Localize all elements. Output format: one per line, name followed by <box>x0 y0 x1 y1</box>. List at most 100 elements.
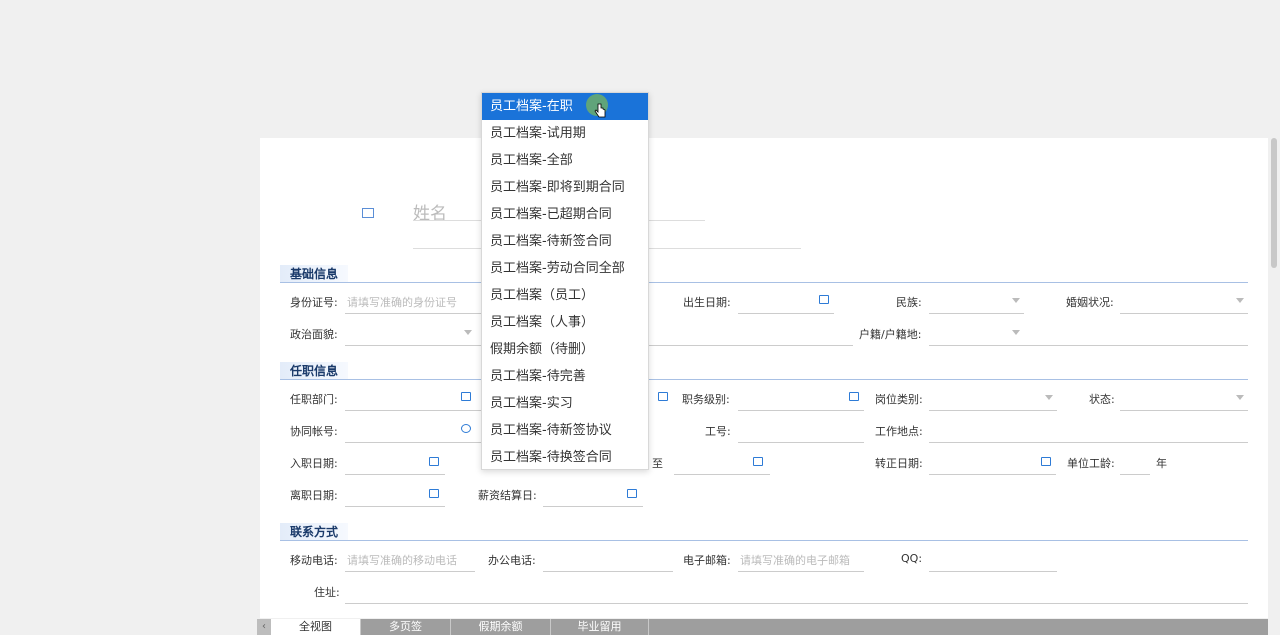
add-form-button[interactable]: + <box>199 67 219 87</box>
email-input[interactable]: 请填写准确的电子邮箱 <box>740 552 850 568</box>
account-field[interactable] <box>345 442 481 443</box>
birth-field[interactable] <box>738 313 834 314</box>
scroll-thumb[interactable] <box>1271 138 1277 268</box>
seniority-label: 单位工龄: <box>1067 457 1115 470</box>
device-toggle: 🖵 电脑 ▯ 移动 <box>641 102 893 129</box>
job-level-field[interactable] <box>738 410 864 411</box>
search-icon[interactable] <box>162 70 178 86</box>
marital-field[interactable] <box>1120 313 1248 314</box>
photo-icon[interactable] <box>362 208 374 218</box>
office-phone-field[interactable] <box>543 571 673 572</box>
chevron-down-icon <box>1243 108 1255 120</box>
picker-icon[interactable] <box>658 392 668 401</box>
dropdown-item[interactable]: 员工档案-全部 <box>482 147 648 174</box>
regular-date-label: 转正日期: <box>875 457 923 470</box>
bottom-tab-multipage[interactable]: 多页签 <box>361 619 451 635</box>
status-label: 状态: <box>1089 393 1115 406</box>
salary-date-field[interactable] <box>543 506 643 507</box>
calendar-icon[interactable] <box>819 295 829 304</box>
dropdown-arrow-icon[interactable] <box>1236 298 1244 303</box>
dropdown-item[interactable]: 员工档案-待新签协议 <box>482 417 648 444</box>
emp-no-field[interactable] <box>738 442 864 443</box>
calendar-icon[interactable] <box>627 489 637 498</box>
nav-basic-data[interactable]: 基础数据表 <box>442 0 546 53</box>
tab-view[interactable]: 视图 <box>265 53 355 92</box>
contract-end-field[interactable] <box>674 474 770 475</box>
dropdown-item[interactable]: 员工档案-劳动合同全部 <box>482 255 648 282</box>
dropdown-item[interactable]: 员工档案-在职 <box>482 93 648 120</box>
tree-root[interactable]: HR人事档案基础数据 <box>18 107 178 126</box>
dept-picker-icon[interactable] <box>461 392 471 401</box>
nav-permission[interactable]: 权限设置 <box>636 0 726 53</box>
leave-date-field[interactable] <box>345 506 445 507</box>
scroll-left-icon[interactable]: ‹ <box>257 619 271 635</box>
bottom-tabs: ‹ 全视图 多页签 假期余额 毕业留用 <box>257 619 1268 635</box>
section-job-title: 任职信息 <box>280 362 349 380</box>
dropdown-item[interactable]: 员工档案（员工） <box>482 282 648 309</box>
address-field[interactable] <box>345 603 1248 604</box>
view-selector[interactable]: 员工档案-在职 <box>490 53 620 92</box>
emp-no-label: 工号: <box>705 425 731 438</box>
collapse-sidebar-button[interactable]: « <box>231 66 245 84</box>
dropdown-arrow-icon[interactable] <box>1012 330 1020 335</box>
section-contact-title: 联系方式 <box>280 523 349 541</box>
status-field[interactable] <box>1120 410 1248 411</box>
language-select[interactable]: 简体中文 <box>1116 101 1260 129</box>
calendar-icon[interactable] <box>753 457 763 466</box>
post-type-field[interactable] <box>929 410 1057 411</box>
dropdown-arrow-icon[interactable] <box>1012 298 1020 303</box>
gear-icon[interactable] <box>206 137 220 151</box>
email-underline <box>738 571 864 572</box>
dropdown-item[interactable]: 员工档案-待换签合同 <box>482 444 648 471</box>
id-card-input[interactable]: 请填写准确的身份证号 <box>347 294 457 310</box>
calendar-icon[interactable] <box>429 457 439 466</box>
top-bar: HR人事档案基础数据 基础数据表 门户设置 权限设置 管理设置 <box>0 0 1280 53</box>
dropdown-arrow-icon[interactable] <box>1045 395 1053 400</box>
user-icon[interactable] <box>461 424 471 433</box>
tree-item-employee-file[interactable]: 员工档案 <box>0 130 229 160</box>
bottom-tab-all[interactable]: 全视图 <box>271 619 361 635</box>
search-box[interactable] <box>9 63 189 93</box>
hukou-field[interactable] <box>929 345 1248 346</box>
bottom-tab-leave[interactable]: 假期余额 <box>451 619 551 635</box>
dropdown-item[interactable]: 员工档案-待新签合同 <box>482 228 648 255</box>
picker-icon[interactable] <box>849 392 859 401</box>
page: HR人事档案基础数据 基础数据表 门户设置 权限设置 管理设置 + HR人事档案… <box>0 0 1280 635</box>
dropdown-item[interactable]: 员工档案-即将到期合同 <box>482 174 648 201</box>
nav-management[interactable]: 管理设置 <box>726 0 816 53</box>
language-value: 简体中文 <box>1125 107 1178 122</box>
dropdown-arrow-icon[interactable] <box>1236 395 1244 400</box>
tab-relation[interactable]: 业务关系 <box>375 53 459 92</box>
vertical-scrollbar[interactable] <box>1268 138 1280 618</box>
section-basic-title: 基础信息 <box>280 265 349 283</box>
hukou-label: 户籍/户籍地: <box>859 328 922 341</box>
dropdown-arrow-icon[interactable] <box>464 330 472 335</box>
toggle-mobile[interactable]: ▯ 移动 <box>768 103 892 128</box>
seniority-field[interactable] <box>1120 474 1150 475</box>
dropdown-item[interactable]: 员工档案（人事） <box>482 309 648 336</box>
dropdown-item[interactable]: 员工档案-待完善 <box>482 363 648 390</box>
hire-date-label: 入职日期: <box>290 457 338 470</box>
dropdown-item[interactable]: 员工档案-已超期合同 <box>482 201 648 228</box>
nav-portal[interactable]: 门户设置 <box>546 0 636 53</box>
dropdown-item[interactable]: 员工档案-试用期 <box>482 120 648 147</box>
blank-field[interactable] <box>649 345 853 346</box>
mobile-input[interactable]: 请填写准确的移动电话 <box>347 552 457 568</box>
political-field[interactable] <box>345 345 481 346</box>
calendar-icon[interactable] <box>1041 457 1051 466</box>
nation-field[interactable] <box>929 313 1024 314</box>
regular-date-field[interactable] <box>929 474 1056 475</box>
collapse-triangle-icon[interactable] <box>18 113 28 120</box>
work-place-field[interactable] <box>929 442 1248 443</box>
dept-field[interactable] <box>345 410 481 411</box>
hire-date-field[interactable] <box>345 474 445 475</box>
bottom-tab-graduate[interactable]: 毕业留用 <box>551 619 649 635</box>
job-level-label: 职务级别: <box>682 393 730 406</box>
calendar-icon[interactable] <box>429 489 439 498</box>
search-input[interactable] <box>22 70 157 85</box>
guide-link[interactable]: ⓘ 操作引导 <box>1161 64 1235 84</box>
toggle-desktop[interactable]: 🖵 电脑 <box>642 103 768 128</box>
qq-field[interactable] <box>929 571 1057 572</box>
dropdown-item[interactable]: 员工档案-实习 <box>482 390 648 417</box>
dropdown-item[interactable]: 假期余额（待删） <box>482 336 648 363</box>
